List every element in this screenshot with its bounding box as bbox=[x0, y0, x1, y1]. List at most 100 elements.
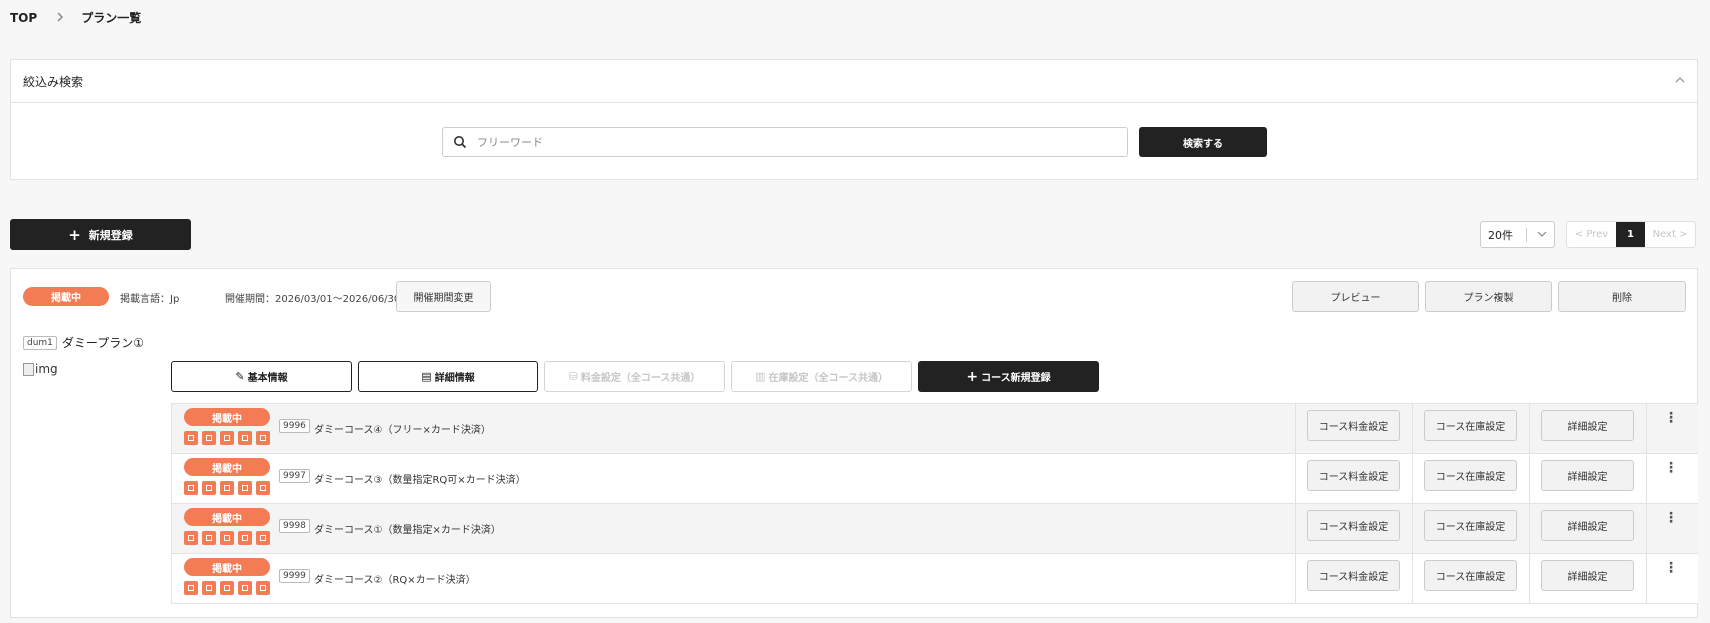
duplicate-plan-button[interactable]: プラン複製 bbox=[1425, 281, 1552, 312]
plus-icon: + bbox=[68, 225, 81, 244]
course-stock-button[interactable]: コース在庫設定 bbox=[1424, 460, 1517, 491]
breadcrumb: TOP プラン一覧 bbox=[10, 9, 141, 26]
coins-icon: ⛁ bbox=[568, 370, 578, 383]
plan-status-badge: 掲載中 bbox=[23, 287, 109, 306]
plan-code-tag: dum1 bbox=[23, 335, 57, 350]
calendar-icon bbox=[220, 431, 234, 445]
page-1-button[interactable]: 1 bbox=[1616, 222, 1645, 247]
calendar-icon bbox=[202, 481, 216, 495]
stock-icon: ▥ bbox=[755, 370, 766, 383]
search-box[interactable] bbox=[442, 127, 1128, 157]
broken-image-icon bbox=[23, 362, 34, 376]
course-name: ダミーコース③（数量指定RQ可×カード決済） bbox=[314, 475, 526, 486]
more-vertical-icon[interactable]: ⋮ bbox=[1647, 504, 1695, 553]
per-page-value: 20件 bbox=[1488, 228, 1513, 242]
search-input[interactable] bbox=[477, 135, 1077, 149]
per-page-select[interactable]: 20件 bbox=[1480, 221, 1555, 248]
course-stock-cell: コース在庫設定 bbox=[1413, 504, 1530, 553]
plan-language: 掲載言語：Jp bbox=[120, 294, 180, 305]
course-detail-button[interactable]: 詳細設定 bbox=[1541, 410, 1634, 441]
course-stock-button[interactable]: コース在庫設定 bbox=[1424, 410, 1517, 441]
pagination: < Prev 1 Next > bbox=[1566, 221, 1696, 248]
course-price-cell: コース料金設定 bbox=[1296, 504, 1413, 553]
basic-info-button[interactable]: ✎ 基本情報 bbox=[171, 361, 352, 392]
course-status-badge: 掲載中 bbox=[184, 458, 270, 476]
course-price-button[interactable]: コース料金設定 bbox=[1307, 460, 1400, 491]
breadcrumb-home[interactable]: TOP bbox=[10, 11, 37, 25]
calendar-icon bbox=[202, 581, 216, 595]
next-page-button[interactable]: Next > bbox=[1645, 222, 1695, 247]
calendar-icon bbox=[184, 481, 198, 495]
detail-info-button[interactable]: ▤ 詳細情報 bbox=[358, 361, 538, 392]
filter-header[interactable]: 絞込み検索 bbox=[11, 60, 1697, 103]
course-table: 掲載中 9996 ダミーコース④（フリー×カード決済） コース料金設定 コース在… bbox=[171, 403, 1698, 604]
course-code-tag: 9996 bbox=[279, 419, 310, 433]
stock-common-button[interactable]: ▥ 在庫設定（全コース共通） bbox=[731, 361, 912, 392]
course-detail-cell: 詳細設定 bbox=[1530, 454, 1647, 503]
new-course-button[interactable]: + コース新規登録 bbox=[918, 361, 1099, 392]
price-common-button[interactable]: ⛁ 料金設定（全コース共通） bbox=[544, 361, 725, 392]
day-icons bbox=[184, 531, 270, 545]
course-stock-button[interactable]: コース在庫設定 bbox=[1424, 560, 1517, 591]
course-detail-button[interactable]: 詳細設定 bbox=[1541, 460, 1634, 491]
course-name: ダミーコース①（数量指定×カード決済） bbox=[314, 525, 501, 536]
course-stock-button[interactable]: コース在庫設定 bbox=[1424, 510, 1517, 541]
course-name: ダミーコース②（RQ×カード決済） bbox=[314, 575, 476, 586]
prev-page-button[interactable]: < Prev bbox=[1567, 222, 1616, 247]
day-icons bbox=[184, 481, 270, 495]
period-change-button[interactable]: 開催期間変更 bbox=[396, 281, 491, 312]
stock-common-label: 在庫設定（全コース共通） bbox=[768, 373, 888, 384]
search-button[interactable]: 検索する bbox=[1139, 127, 1267, 157]
course-detail-button[interactable]: 詳細設定 bbox=[1541, 510, 1634, 541]
new-course-label: コース新規登録 bbox=[981, 373, 1051, 384]
day-icons bbox=[184, 581, 270, 595]
course-detail-button[interactable]: 詳細設定 bbox=[1541, 560, 1634, 591]
calendar-icon bbox=[256, 431, 270, 445]
calendar-icon bbox=[220, 581, 234, 595]
calendar-icon bbox=[184, 531, 198, 545]
course-status-badge: 掲載中 bbox=[184, 558, 270, 576]
calendar-icon bbox=[238, 431, 252, 445]
calendar-icon bbox=[202, 531, 216, 545]
course-row: 掲載中 9999 ダミーコース②（RQ×カード決済） コース料金設定 コース在庫… bbox=[172, 554, 1698, 604]
course-price-cell: コース料金設定 bbox=[1296, 454, 1413, 503]
course-info-cell: 掲載中 9996 ダミーコース④（フリー×カード決済） bbox=[172, 404, 1296, 453]
edit-icon: ✎ bbox=[235, 370, 245, 383]
search-icon bbox=[454, 136, 467, 149]
chevron-right-icon bbox=[53, 11, 67, 25]
course-code-tag: 9999 bbox=[279, 569, 310, 583]
new-plan-button[interactable]: + 新規登録 bbox=[10, 219, 191, 250]
more-vertical-icon[interactable]: ⋮ bbox=[1647, 454, 1695, 503]
calendar-icon bbox=[184, 581, 198, 595]
delete-plan-button[interactable]: 削除 bbox=[1558, 281, 1686, 312]
plan-image-alt: img bbox=[35, 362, 58, 376]
more-vertical-icon[interactable]: ⋮ bbox=[1647, 404, 1695, 453]
chevron-up-icon[interactable] bbox=[1673, 73, 1687, 87]
calendar-icon bbox=[256, 581, 270, 595]
plus-icon: + bbox=[966, 368, 979, 385]
course-price-button[interactable]: コース料金設定 bbox=[1307, 410, 1400, 441]
course-detail-cell: 詳細設定 bbox=[1530, 554, 1647, 603]
chevron-down-icon bbox=[1537, 231, 1547, 237]
plan-card: 掲載中 掲載言語：Jp 開催期間：2026/03/01〜2026/06/30 開… bbox=[10, 268, 1698, 618]
day-icons bbox=[184, 431, 270, 445]
course-status-badge: 掲載中 bbox=[184, 508, 270, 526]
select-divider bbox=[1526, 228, 1527, 242]
plan-title-row: dum1 ダミープラン① bbox=[23, 334, 144, 351]
calendar-icon bbox=[238, 581, 252, 595]
course-info-cell: 掲載中 9998 ダミーコース①（数量指定×カード決済） bbox=[172, 504, 1296, 553]
course-price-button[interactable]: コース料金設定 bbox=[1307, 560, 1400, 591]
price-common-label: 料金設定（全コース共通） bbox=[580, 373, 701, 384]
filter-title: 絞込み検索 bbox=[23, 74, 84, 89]
course-info-cell: 掲載中 9999 ダミーコース②（RQ×カード決済） bbox=[172, 554, 1296, 603]
breadcrumb-current: プラン一覧 bbox=[81, 11, 142, 25]
more-vertical-icon[interactable]: ⋮ bbox=[1647, 554, 1695, 603]
course-detail-cell: 詳細設定 bbox=[1530, 404, 1647, 453]
plan-period: 開催期間：2026/03/01〜2026/06/30 bbox=[225, 294, 401, 305]
course-row: 掲載中 9997 ダミーコース③（数量指定RQ可×カード決済） コース料金設定 … bbox=[172, 454, 1698, 504]
course-row: 掲載中 9996 ダミーコース④（フリー×カード決済） コース料金設定 コース在… bbox=[172, 404, 1698, 454]
course-price-button[interactable]: コース料金設定 bbox=[1307, 510, 1400, 541]
calendar-icon bbox=[238, 481, 252, 495]
preview-button[interactable]: プレビュー bbox=[1292, 281, 1419, 312]
course-stock-cell: コース在庫設定 bbox=[1413, 454, 1530, 503]
